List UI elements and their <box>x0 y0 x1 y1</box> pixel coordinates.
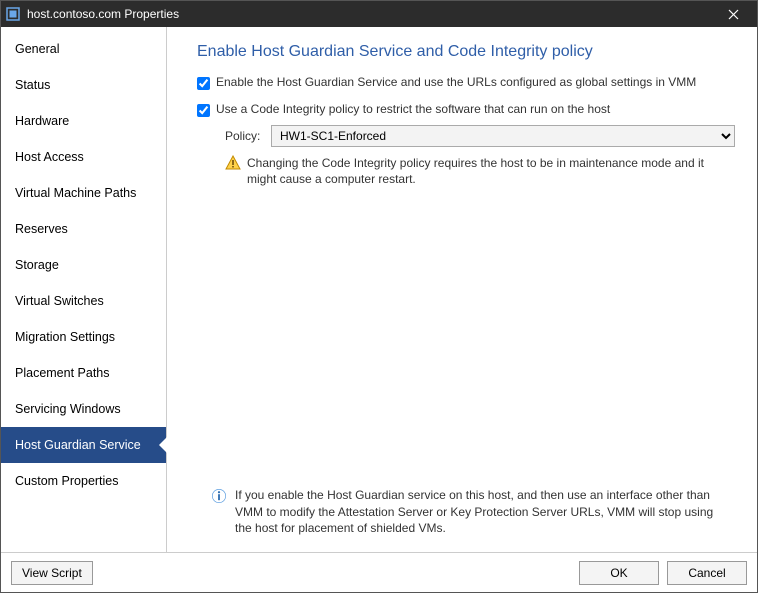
app-icon <box>5 6 21 22</box>
sidebar-item-status[interactable]: Status <box>1 67 166 103</box>
policy-label: Policy: <box>225 129 271 143</box>
page-heading: Enable Host Guardian Service and Code In… <box>197 43 735 61</box>
warning-text: Changing the Code Integrity policy requi… <box>247 155 735 187</box>
info-row: If you enable the Host Guardian service … <box>197 487 735 536</box>
sidebar-item-storage[interactable]: Storage <box>1 247 166 283</box>
sidebar: General Status Hardware Host Access Virt… <box>1 27 167 552</box>
use-ci-label: Use a Code Integrity policy to restrict … <box>216 102 610 116</box>
sidebar-item-host-guardian-service[interactable]: Host Guardian Service <box>1 427 166 463</box>
policy-row: Policy: HW1-SC1-Enforced <box>225 125 735 147</box>
sidebar-item-vm-paths[interactable]: Virtual Machine Paths <box>1 175 166 211</box>
sidebar-item-hardware[interactable]: Hardware <box>1 103 166 139</box>
enable-hgs-row[interactable]: Enable the Host Guardian Service and use… <box>197 75 735 90</box>
footer: View Script OK Cancel <box>1 552 757 592</box>
sidebar-item-host-access[interactable]: Host Access <box>1 139 166 175</box>
info-text: If you enable the Host Guardian service … <box>235 487 731 536</box>
titlebar: host.contoso.com Properties <box>1 1 757 27</box>
enable-hgs-checkbox[interactable] <box>197 77 210 90</box>
enable-hgs-label: Enable the Host Guardian Service and use… <box>216 75 696 89</box>
use-ci-checkbox[interactable] <box>197 104 210 117</box>
sidebar-item-placement-paths[interactable]: Placement Paths <box>1 355 166 391</box>
use-ci-row[interactable]: Use a Code Integrity policy to restrict … <box>197 102 735 117</box>
ok-button[interactable]: OK <box>579 561 659 585</box>
warning-row: Changing the Code Integrity policy requi… <box>225 155 735 187</box>
cancel-button[interactable]: Cancel <box>667 561 747 585</box>
view-script-button[interactable]: View Script <box>11 561 93 585</box>
close-button[interactable] <box>713 1 753 27</box>
sidebar-item-virtual-switches[interactable]: Virtual Switches <box>1 283 166 319</box>
sidebar-item-servicing-windows[interactable]: Servicing Windows <box>1 391 166 427</box>
warning-icon <box>225 155 241 171</box>
policy-select[interactable]: HW1-SC1-Enforced <box>271 125 735 147</box>
sidebar-item-reserves[interactable]: Reserves <box>1 211 166 247</box>
window-title: host.contoso.com Properties <box>27 7 713 21</box>
properties-dialog: host.contoso.com Properties General Stat… <box>0 0 758 593</box>
content-panel: Enable Host Guardian Service and Code In… <box>167 27 757 552</box>
sidebar-item-custom-properties[interactable]: Custom Properties <box>1 463 166 499</box>
sidebar-item-general[interactable]: General <box>1 31 166 67</box>
dialog-body: General Status Hardware Host Access Virt… <box>1 27 757 552</box>
sidebar-item-migration-settings[interactable]: Migration Settings <box>1 319 166 355</box>
info-icon <box>211 488 227 504</box>
